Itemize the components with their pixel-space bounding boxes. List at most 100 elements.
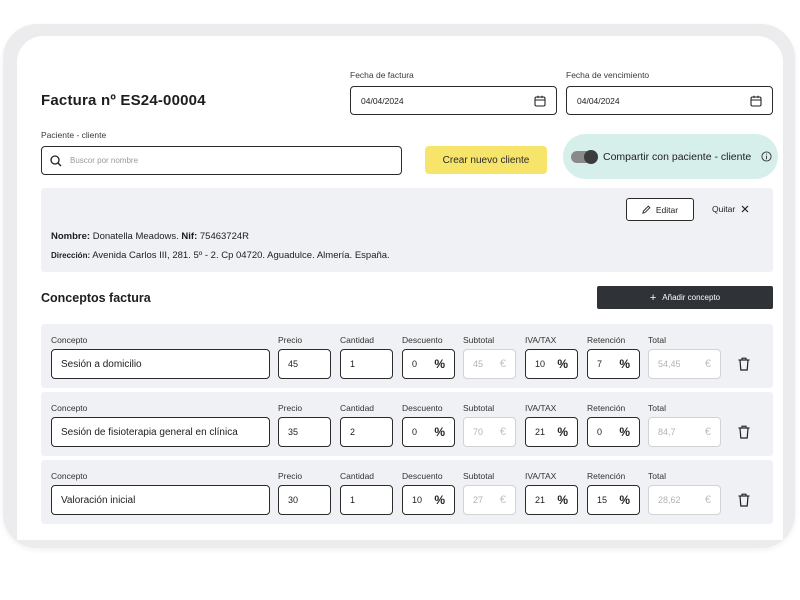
- column-label-iva: IVA/TAX: [525, 335, 557, 345]
- column-label-concept: Concepto: [51, 403, 88, 413]
- invoice-date-field[interactable]: 04/04/2024: [350, 86, 557, 115]
- invoice-title: Factura nº ES24-00004: [41, 92, 206, 109]
- column-label-price: Precio: [278, 471, 303, 481]
- share-label: Compartir con paciente - cliente: [603, 150, 752, 163]
- due-date-label: Fecha de vencimiento: [566, 70, 650, 80]
- retention-value: 15: [597, 495, 608, 505]
- column-label-subtotal: Subtotal: [463, 335, 495, 345]
- column-label-price: Precio: [278, 403, 303, 413]
- calendar-icon[interactable]: [750, 95, 762, 107]
- euro-icon: €: [704, 358, 711, 370]
- concept-value: Sesión a domicilio: [61, 358, 142, 370]
- iva-field[interactable]: 21%: [525, 485, 578, 515]
- iva-field[interactable]: 10%: [525, 349, 578, 379]
- selected-client-card: Editar Quitar Nombre: Donatella Meadows.…: [41, 188, 773, 272]
- info-icon[interactable]: [761, 151, 772, 162]
- trash-icon[interactable]: [738, 425, 750, 439]
- subtotal-field: 70 €: [463, 417, 516, 447]
- column-label-iva: IVA/TAX: [525, 403, 557, 413]
- concept-row: Concepto Sesión a domicilio Precio 45 Cantid…: [41, 324, 773, 388]
- patient-client-label: Paciente - cliente: [41, 130, 107, 140]
- retention-field[interactable]: 15%: [587, 485, 640, 515]
- total-value: 28,62: [658, 495, 681, 505]
- price-value: 35: [288, 427, 299, 437]
- column-label-total: Total: [648, 471, 666, 481]
- discount-field[interactable]: 0%: [402, 417, 455, 447]
- add-concept-button[interactable]: + Añadir concepto: [597, 286, 773, 309]
- trash-icon[interactable]: [738, 357, 750, 371]
- create-client-button[interactable]: Crear nuevo cliente: [425, 146, 547, 174]
- share-toggle[interactable]: [571, 149, 598, 164]
- qty-field[interactable]: 1: [340, 349, 393, 379]
- percent-icon: %: [619, 493, 630, 507]
- price-field[interactable]: 30: [278, 485, 331, 515]
- client-name-value: Donatella Meadows.: [92, 231, 179, 242]
- total-field: 54,45 €: [648, 349, 721, 379]
- discount-value: 0: [412, 359, 418, 369]
- euro-icon: €: [499, 358, 506, 370]
- client-address-line: Dirección: Avenida Carlos III, 281. 5º -…: [51, 250, 390, 261]
- subtotal-field: 45 €: [463, 349, 516, 379]
- total-field: 28,62 €: [648, 485, 721, 515]
- share-with-patient-toggle-group: Compartir con paciente - cliente: [563, 134, 778, 179]
- iva-value: 21: [535, 495, 546, 505]
- close-icon: [741, 205, 749, 213]
- qty-field[interactable]: 1: [340, 485, 393, 515]
- column-label-qty: Cantidad: [340, 335, 375, 345]
- total-value: 54,45: [658, 359, 681, 369]
- column-label-concept: Concepto: [51, 471, 88, 481]
- iva-field[interactable]: 21%: [525, 417, 578, 447]
- qty-value: 2: [350, 427, 356, 437]
- concept-field[interactable]: Sesión de fisioterapia general en clínic…: [51, 417, 270, 447]
- column-label-price: Precio: [278, 335, 303, 345]
- invoice-date-value: 04/04/2024: [361, 95, 404, 106]
- edit-client-button[interactable]: Editar: [626, 198, 694, 221]
- euro-icon: €: [499, 426, 506, 438]
- column-label-iva: IVA/TAX: [525, 471, 557, 481]
- concept-field[interactable]: Valoración inicial: [51, 485, 270, 515]
- discount-field[interactable]: 10%: [402, 485, 455, 515]
- price-field[interactable]: 35: [278, 417, 331, 447]
- price-field[interactable]: 45: [278, 349, 331, 379]
- iva-value: 21: [535, 427, 546, 437]
- edit-label: Editar: [655, 204, 679, 215]
- percent-icon: %: [557, 357, 568, 371]
- iva-value: 10: [535, 359, 546, 369]
- remove-client-button[interactable]: Quitar: [712, 204, 749, 214]
- retention-field[interactable]: 7%: [587, 349, 640, 379]
- discount-field[interactable]: 0%: [402, 349, 455, 379]
- concept-row: Concepto Sesión de fisioterapia general e…: [41, 392, 773, 456]
- due-date-value: 04/04/2024: [577, 95, 620, 106]
- percent-icon: %: [557, 493, 568, 507]
- column-label-subtotal: Subtotal: [463, 403, 495, 413]
- patient-search-input[interactable]: [70, 156, 370, 165]
- qty-value: 1: [350, 495, 356, 505]
- column-label-concept: Concepto: [51, 335, 88, 345]
- percent-icon: %: [434, 425, 445, 439]
- invoice-date-label: Fecha de factura: [350, 70, 414, 80]
- patient-search-box[interactable]: [41, 146, 402, 175]
- discount-value: 0: [412, 427, 418, 437]
- client-address-label: Dirección:: [51, 251, 91, 260]
- concept-field[interactable]: Sesión a domicilio: [51, 349, 270, 379]
- column-label-subtotal: Subtotal: [463, 471, 495, 481]
- qty-field[interactable]: 2: [340, 417, 393, 447]
- price-value: 30: [288, 495, 299, 505]
- add-concept-label: Añadir concepto: [662, 293, 721, 302]
- app-screen: Factura nº ES24-00004 Fecha de factura 0…: [17, 36, 783, 540]
- search-icon: [50, 154, 62, 166]
- retention-field[interactable]: 0%: [587, 417, 640, 447]
- subtotal-field: 27 €: [463, 485, 516, 515]
- calendar-icon[interactable]: [534, 95, 546, 107]
- column-label-retention: Retención: [587, 471, 626, 481]
- euro-icon: €: [499, 494, 506, 506]
- due-date-field[interactable]: 04/04/2024: [566, 86, 773, 115]
- trash-icon[interactable]: [738, 493, 750, 507]
- subtotal-value: 45: [473, 359, 484, 369]
- euro-icon: €: [704, 494, 711, 506]
- client-nif-value: 75463724R: [199, 231, 250, 242]
- qty-value: 1: [350, 359, 356, 369]
- client-name-label: Nombre:: [51, 231, 91, 242]
- client-name-line: Nombre: Donatella Meadows. Nif: 75463724…: [51, 231, 249, 242]
- total-value: 84,7: [658, 427, 676, 437]
